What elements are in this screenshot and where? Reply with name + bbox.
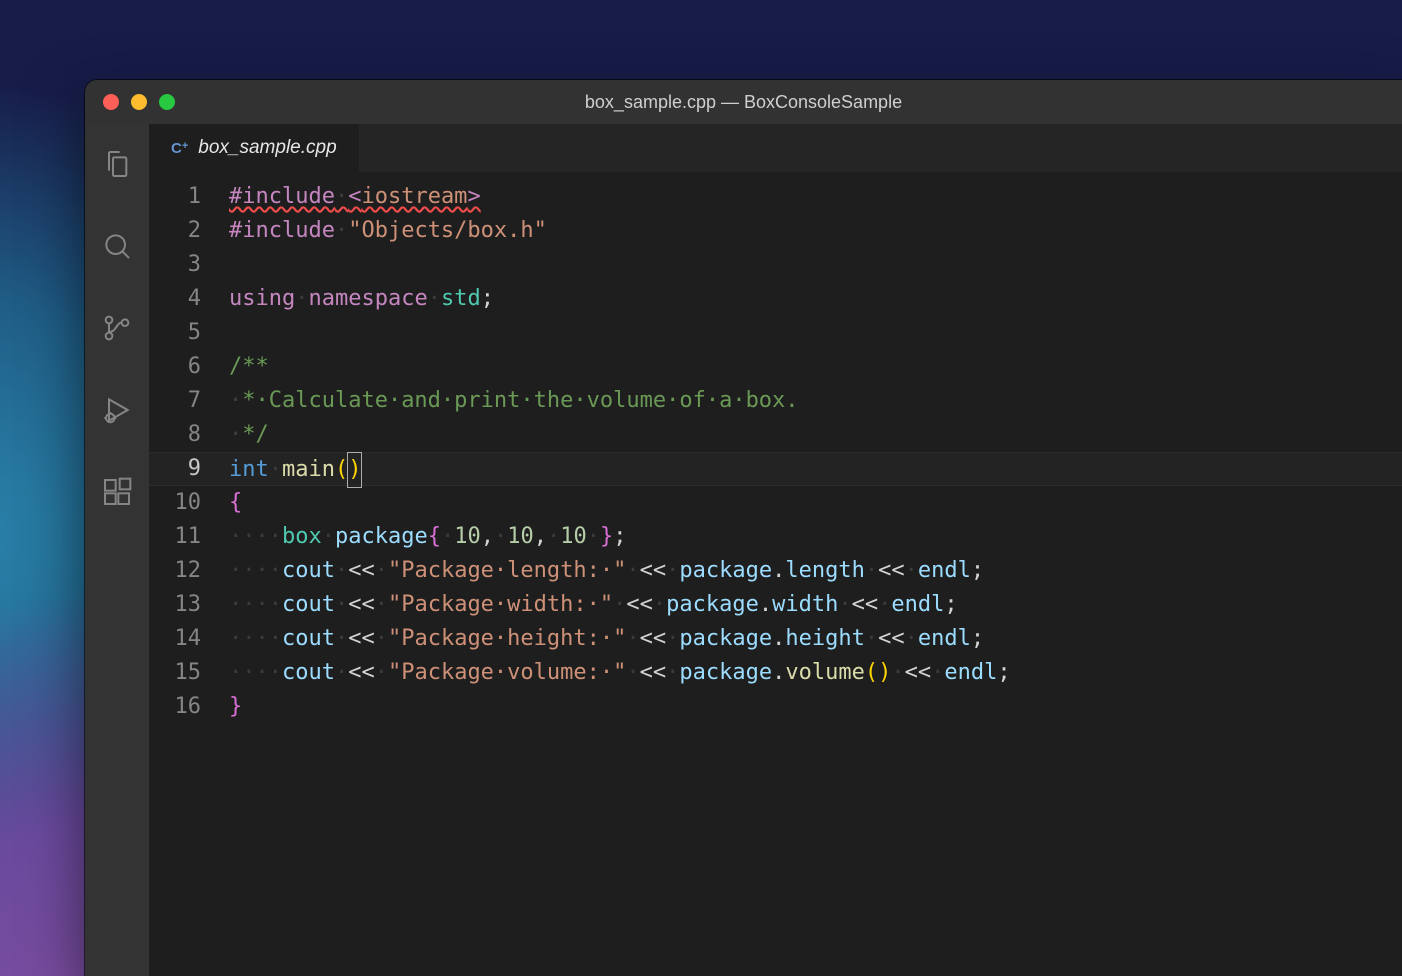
code-line[interactable]: ····cout·<<·"Package·width:·"·<<·package… [229, 588, 1402, 622]
code-line[interactable]: ····cout·<<·"Package·height:·"·<<·packag… [229, 622, 1402, 656]
window-body: C+ box_sample.cpp 1 2 3 4 5 6 7 8 9 10 1… [85, 124, 1402, 976]
tab-filename: box_sample.cpp [198, 137, 336, 159]
line-number: 16 [149, 690, 201, 724]
source-control-icon[interactable] [85, 306, 149, 350]
code-line[interactable]: ·*·Calculate·and·print·the·volume·of·a·b… [229, 384, 1402, 418]
code-line[interactable]: ····cout·<<·"Package·length:·"·<<·packag… [229, 554, 1402, 588]
code-line[interactable] [229, 316, 1402, 350]
search-icon[interactable] [85, 224, 149, 268]
explorer-icon[interactable] [85, 142, 149, 186]
code-line[interactable]: } [229, 690, 1402, 724]
zoom-window-button[interactable] [159, 94, 175, 110]
line-number: 14 [149, 622, 201, 656]
extensions-icon[interactable] [85, 470, 149, 514]
close-window-button[interactable] [103, 94, 119, 110]
tab-box-sample[interactable]: C+ box_sample.cpp [149, 124, 360, 172]
code-editor[interactable]: 1 2 3 4 5 6 7 8 9 10 11 12 13 14 15 16 [149, 172, 1402, 976]
line-number-gutter: 1 2 3 4 5 6 7 8 9 10 11 12 13 14 15 16 [149, 180, 229, 976]
cursor: ) [347, 452, 362, 488]
code-line[interactable] [229, 248, 1402, 282]
vscode-window: box_sample.cpp — BoxConsoleSample [85, 80, 1402, 976]
code-lines[interactable]: #include·<iostream> #include·"Objects/bo… [229, 180, 1402, 976]
editor-region: C+ box_sample.cpp 1 2 3 4 5 6 7 8 9 10 1… [149, 124, 1402, 976]
window-controls [103, 94, 175, 110]
line-number: 6 [149, 350, 201, 384]
line-number: 15 [149, 656, 201, 690]
minimize-window-button[interactable] [131, 94, 147, 110]
code-line[interactable]: /** [229, 350, 1402, 384]
window-title: box_sample.cpp — BoxConsoleSample [85, 92, 1402, 113]
line-number: 7 [149, 384, 201, 418]
activity-bar [85, 124, 149, 976]
code-line[interactable]: ····cout·<<·"Package·volume:·"·<<·packag… [229, 656, 1402, 690]
line-number: 1 [149, 180, 201, 214]
tab-bar: C+ box_sample.cpp [149, 124, 1402, 172]
line-number: 5 [149, 316, 201, 350]
line-number: 11 [149, 520, 201, 554]
code-line[interactable]: { [229, 486, 1402, 520]
line-number: 10 [149, 486, 201, 520]
line-number: 13 [149, 588, 201, 622]
line-number: 3 [149, 248, 201, 282]
cpp-file-icon: C+ [171, 140, 188, 157]
line-number: 2 [149, 214, 201, 248]
line-number: 12 [149, 554, 201, 588]
run-debug-icon[interactable] [85, 388, 149, 432]
code-line-current[interactable]: int·main() [229, 452, 1402, 486]
titlebar[interactable]: box_sample.cpp — BoxConsoleSample [85, 80, 1402, 124]
code-line[interactable]: #include·"Objects/box.h" [229, 214, 1402, 248]
code-line[interactable]: #include·<iostream> [229, 180, 1402, 214]
line-number: 8 [149, 418, 201, 452]
code-line[interactable]: ····box·package{·10,·10,·10·}; [229, 520, 1402, 554]
code-line[interactable]: ·*/ [229, 418, 1402, 452]
line-number: 4 [149, 282, 201, 316]
code-line[interactable]: using·namespace·std; [229, 282, 1402, 316]
